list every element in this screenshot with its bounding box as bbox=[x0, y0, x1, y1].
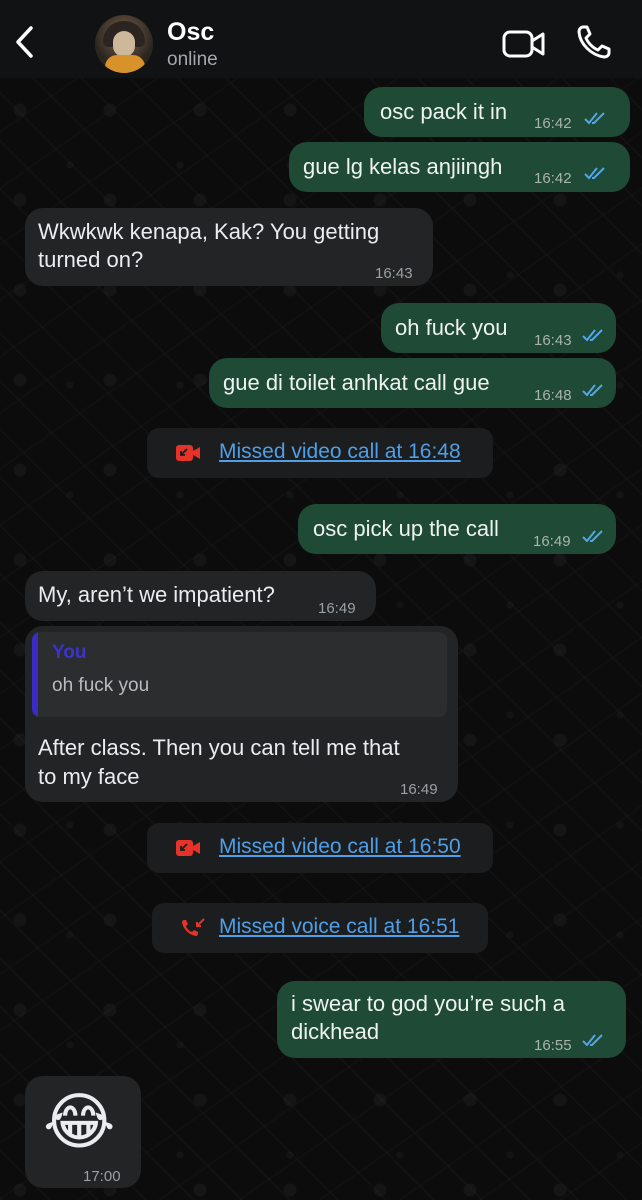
missed-call-notice[interactable]: Missed voice call at 16:51 bbox=[152, 903, 488, 953]
outgoing-message[interactable]: i swear to god you’re such a dickhead 16… bbox=[277, 981, 626, 1058]
message-text-line-1: Wkwkwk kenapa, Kak? You getting bbox=[38, 219, 380, 244]
message-text-line-2: to my face bbox=[38, 764, 140, 789]
missed-video-call-icon bbox=[176, 840, 200, 856]
outgoing-message[interactable]: osc pack it in 16:42 bbox=[364, 87, 630, 137]
outgoing-message[interactable]: gue lg kelas anjiingh 16:42 bbox=[289, 142, 630, 192]
missed-voice-call-icon bbox=[182, 918, 205, 936]
message-text: osc pack it in bbox=[380, 99, 508, 124]
message-time: 16:48 bbox=[534, 387, 572, 404]
voice-call-button[interactable] bbox=[574, 22, 614, 62]
missed-call-link[interactable]: Missed video call at 16:48 bbox=[219, 440, 461, 464]
message-time: 16:42 bbox=[534, 170, 572, 187]
outgoing-message[interactable]: gue di toilet anhkat call gue 16:48 bbox=[209, 358, 616, 408]
message-time: 16:55 bbox=[534, 1037, 572, 1054]
phone-icon bbox=[577, 25, 611, 59]
missed-call-notice[interactable]: Missed video call at 16:50 bbox=[147, 823, 493, 873]
emoji-tears-of-joy-icon: 😂 bbox=[43, 1085, 116, 1158]
contact-name[interactable]: Osc bbox=[167, 18, 214, 47]
message-text: osc pick up the call bbox=[313, 516, 499, 541]
incoming-emoji-message[interactable]: 😂 17:00 bbox=[25, 1076, 141, 1188]
read-receipt-icon bbox=[582, 530, 603, 543]
missed-call-link[interactable]: Missed voice call at 16:51 bbox=[219, 915, 459, 939]
read-receipt-icon bbox=[582, 329, 603, 342]
read-receipt-icon bbox=[582, 1034, 603, 1047]
message-text: oh fuck you bbox=[395, 315, 508, 340]
message-text: My, aren’t we impatient? bbox=[38, 582, 275, 607]
message-text-line-1: i swear to god you’re such a bbox=[291, 991, 565, 1016]
read-receipt-icon bbox=[584, 167, 605, 180]
avatar[interactable] bbox=[95, 15, 153, 73]
message-time: 16:42 bbox=[534, 115, 572, 132]
read-receipt-icon bbox=[584, 112, 605, 125]
outgoing-message[interactable]: oh fuck you 16:43 bbox=[381, 303, 616, 353]
reply-body: After class. Then you can tell me that t… bbox=[25, 626, 458, 802]
message-time: 16:43 bbox=[375, 265, 413, 282]
missed-call-link[interactable]: Missed video call at 16:50 bbox=[219, 835, 461, 859]
outgoing-message[interactable]: osc pick up the call 16:49 bbox=[298, 504, 616, 554]
read-receipt-icon bbox=[582, 384, 603, 397]
message-text-line-1: After class. Then you can tell me that bbox=[38, 735, 400, 760]
message-time: 16:49 bbox=[318, 600, 356, 617]
message-text-line-2: dickhead bbox=[291, 1019, 380, 1044]
message-time: 16:49 bbox=[400, 781, 438, 798]
message-time: 16:43 bbox=[534, 332, 572, 349]
chevron-left-icon bbox=[16, 26, 33, 58]
message-text-line-2: turned on? bbox=[38, 247, 144, 272]
video-camera-icon bbox=[502, 30, 545, 58]
incoming-message[interactable]: Wkwkwk kenapa, Kak? You getting turned o… bbox=[25, 208, 433, 286]
message-time: 17:00 bbox=[83, 1168, 121, 1185]
missed-call-notice[interactable]: Missed video call at 16:48 bbox=[147, 428, 493, 478]
incoming-message[interactable]: My, aren’t we impatient? 16:49 bbox=[25, 571, 376, 621]
chat-header: Osc online bbox=[0, 0, 642, 78]
contact-status: online bbox=[167, 49, 218, 70]
video-call-button[interactable] bbox=[500, 24, 548, 64]
missed-video-call-icon bbox=[176, 445, 200, 461]
message-text: gue di toilet anhkat call gue bbox=[223, 370, 490, 395]
message-text: gue lg kelas anjiingh bbox=[303, 154, 503, 179]
message-time: 16:49 bbox=[533, 533, 571, 550]
back-button[interactable] bbox=[10, 22, 40, 62]
